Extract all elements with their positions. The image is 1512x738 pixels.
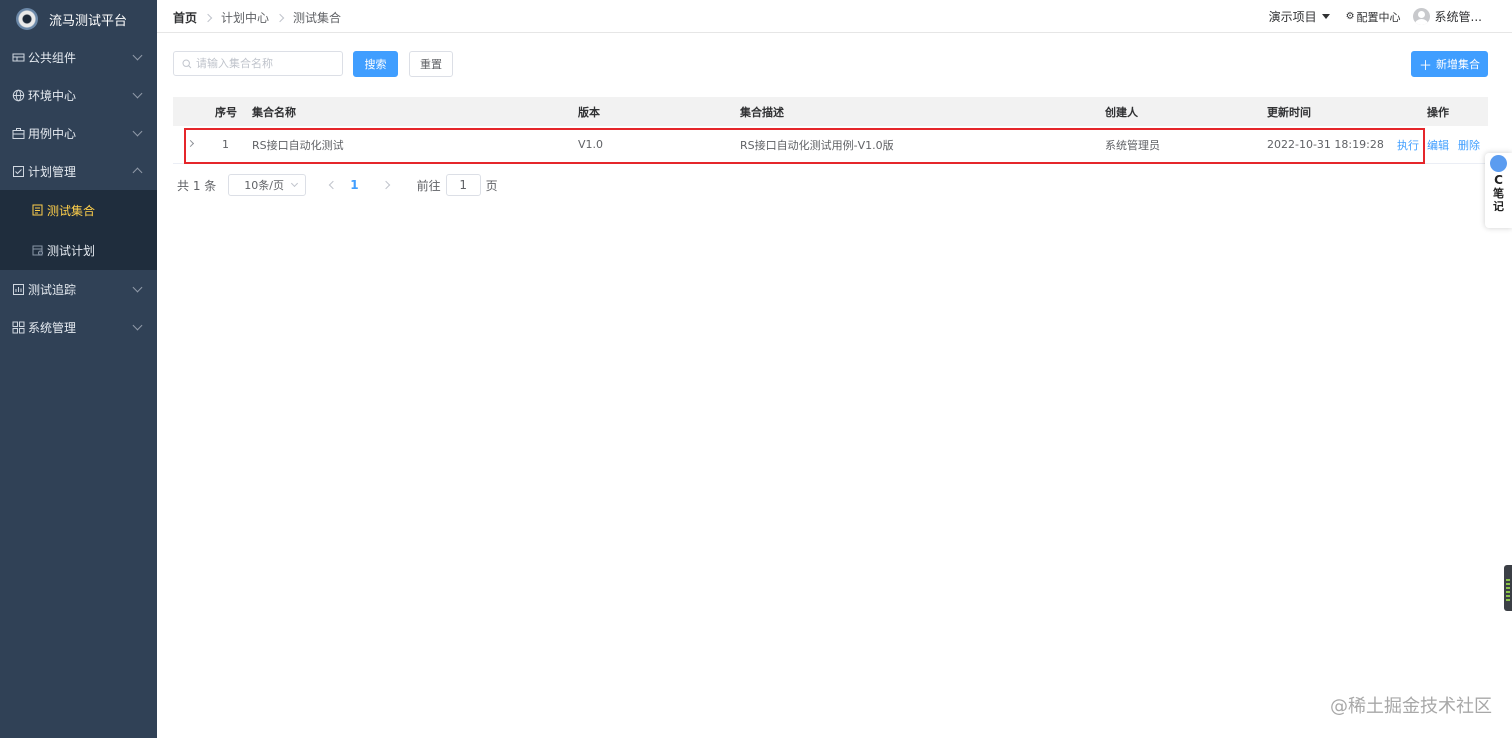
chevron-down-icon (132, 88, 143, 99)
logo[interactable]: 流马测试平台 (0, 0, 157, 38)
plus-icon: ＋ (1418, 58, 1432, 74)
app-logo-icon (16, 8, 38, 30)
notes-label-2: 记 (1493, 200, 1504, 213)
user-name: 系统管... (1434, 10, 1482, 24)
chevron-down-icon (291, 179, 299, 188)
gear-icon: ⚙ (1345, 11, 1355, 22)
search-input[interactable] (196, 57, 336, 70)
watermark: @稀土掘金技术社区 (1330, 696, 1492, 717)
goto-label: 前往 (416, 178, 441, 193)
sidebar-subitem-label: 测试集合 (47, 203, 96, 218)
config-label: 配置中心 (1356, 10, 1401, 24)
chart-icon (12, 283, 25, 296)
sidebar-item-label: 计划管理 (28, 164, 77, 179)
expand-row-icon[interactable] (186, 139, 195, 148)
header-actions: 操作 (1427, 105, 1449, 119)
page-number-current[interactable]: 1 (350, 178, 358, 192)
page-size-select[interactable]: 10条/页 (228, 174, 307, 196)
sidebar-item-label: 公共组件 (28, 50, 77, 65)
page-size-value: 10条/页 (244, 179, 284, 192)
goto-page-value: 1 (459, 178, 467, 192)
breadcrumb: 首页 计划中心 测试集合 (173, 9, 341, 26)
user-menu[interactable]: 系统管... (1412, 8, 1482, 25)
add-collection-label: 新增集合 (1436, 58, 1480, 71)
checklist-icon (12, 165, 25, 178)
breadcrumb-home[interactable]: 首页 (173, 9, 197, 26)
notes-icon (1490, 155, 1507, 172)
header-updated: 更新时间 (1267, 105, 1311, 119)
sidebar-item-label: 测试追踪 (28, 282, 77, 297)
prev-page-icon[interactable] (329, 180, 338, 190)
breadcrumb-separator-icon (275, 13, 285, 22)
goto-page-input[interactable]: 1 (445, 174, 481, 196)
app-title: 流马测试平台 (49, 13, 128, 29)
delete-button[interactable]: 删除 (1458, 137, 1480, 153)
row-version: V1.0 (578, 138, 604, 151)
edit-button[interactable]: 编辑 (1427, 137, 1449, 153)
header-creator: 创建人 (1105, 105, 1138, 119)
table-row: 1 RS接口自动化测试 V1.0 RS接口自动化测试用例-V1.0版 系统管理员… (173, 126, 1488, 164)
total-count: 共 1 条 (177, 178, 217, 193)
grid-icon (12, 321, 25, 334)
notes-label-1: 笔 (1493, 187, 1504, 200)
page-unit: 页 (485, 178, 498, 193)
sidebar-item-system-management[interactable]: 系统管理 (0, 308, 157, 346)
sidebar-item-label: 环境中心 (28, 88, 77, 103)
add-collection-button[interactable]: ＋ 新增集合 (1411, 51, 1488, 77)
sidebar-item-public-components[interactable]: 公共组件 (0, 38, 157, 76)
collection-name-search[interactable] (173, 51, 343, 76)
header-name: 集合名称 (252, 105, 296, 119)
pagination: 共 1 条 10条/页 1 前往 1 页 (177, 174, 498, 196)
navbar: 首页 计划中心 测试集合 演示项目 ⚙ 配置中心 系统管... (157, 0, 1512, 33)
header-version: 版本 (578, 105, 600, 119)
table-icon (12, 51, 25, 64)
sidebar-item-cases[interactable]: 用例中心 (0, 114, 157, 152)
briefcase-icon (12, 127, 25, 140)
notes-c-label: C (1494, 173, 1503, 187)
chevron-down-icon (132, 126, 143, 137)
chevron-down-icon (132, 282, 143, 293)
row-creator: 系统管理员 (1105, 138, 1160, 152)
header-description: 集合描述 (740, 105, 784, 119)
collection-table: 序号 集合名称 版本 集合描述 创建人 更新时间 操作 1 RS接口自动化测试 … (173, 97, 1488, 164)
chevron-down-icon (132, 50, 143, 61)
project-name: 演示项目 (1268, 10, 1317, 24)
collection-icon (32, 204, 44, 216)
breadcrumb-plan-center[interactable]: 计划中心 (221, 9, 269, 26)
sidebar-item-plan-management[interactable]: 计划管理 (0, 152, 157, 190)
sidebar-subitem-test-collection[interactable]: 测试集合 (0, 190, 157, 230)
sidebar: 流马测试平台 公共组件 环境中心 用例中心 计划管理 测试集合 测试计划 测试追… (0, 0, 157, 738)
search-icon (182, 58, 192, 68)
sidebar-item-environment[interactable]: 环境中心 (0, 76, 157, 114)
breadcrumb-separator-icon (203, 13, 213, 22)
main-content: 首页 计划中心 测试集合 演示项目 ⚙ 配置中心 系统管... 搜索 重置 (157, 0, 1512, 738)
caret-down-icon (1321, 14, 1330, 19)
chevron-up-icon (132, 167, 143, 178)
sidebar-subitem-test-plan[interactable]: 测试计划 (0, 230, 157, 270)
avatar (1412, 8, 1430, 25)
navbar-right: 演示项目 ⚙ 配置中心 系统管... (1269, 8, 1482, 25)
row-updated: 2022-10-31 18:19:28 (1267, 138, 1384, 151)
table-header: 序号 集合名称 版本 集合描述 创建人 更新时间 操作 (173, 97, 1488, 126)
breadcrumb-current: 测试集合 (293, 11, 342, 25)
side-handle[interactable] (1504, 565, 1512, 611)
config-center-link[interactable]: ⚙ 配置中心 (1346, 9, 1401, 25)
notes-widget[interactable]: C 笔 记 (1485, 153, 1512, 228)
row-description: RS接口自动化测试用例-V1.0版 (740, 138, 894, 152)
globe-icon (12, 89, 25, 102)
chevron-down-icon (132, 320, 143, 331)
execute-button[interactable]: 执行 (1397, 137, 1419, 153)
sidebar-item-label: 系统管理 (28, 320, 77, 335)
plan-icon (32, 244, 44, 256)
sidebar-item-label: 用例中心 (28, 126, 77, 141)
project-selector[interactable]: 演示项目 (1269, 8, 1330, 25)
search-button[interactable]: 搜索 (353, 51, 398, 77)
sidebar-subitem-label: 测试计划 (47, 243, 96, 258)
row-index: 1 (222, 138, 229, 151)
sidebar-item-test-tracking[interactable]: 测试追踪 (0, 270, 157, 308)
row-name: RS接口自动化测试 (252, 138, 344, 152)
header-index: 序号 (215, 105, 237, 119)
reset-button[interactable]: 重置 (409, 51, 453, 77)
next-page-icon[interactable] (381, 180, 390, 190)
